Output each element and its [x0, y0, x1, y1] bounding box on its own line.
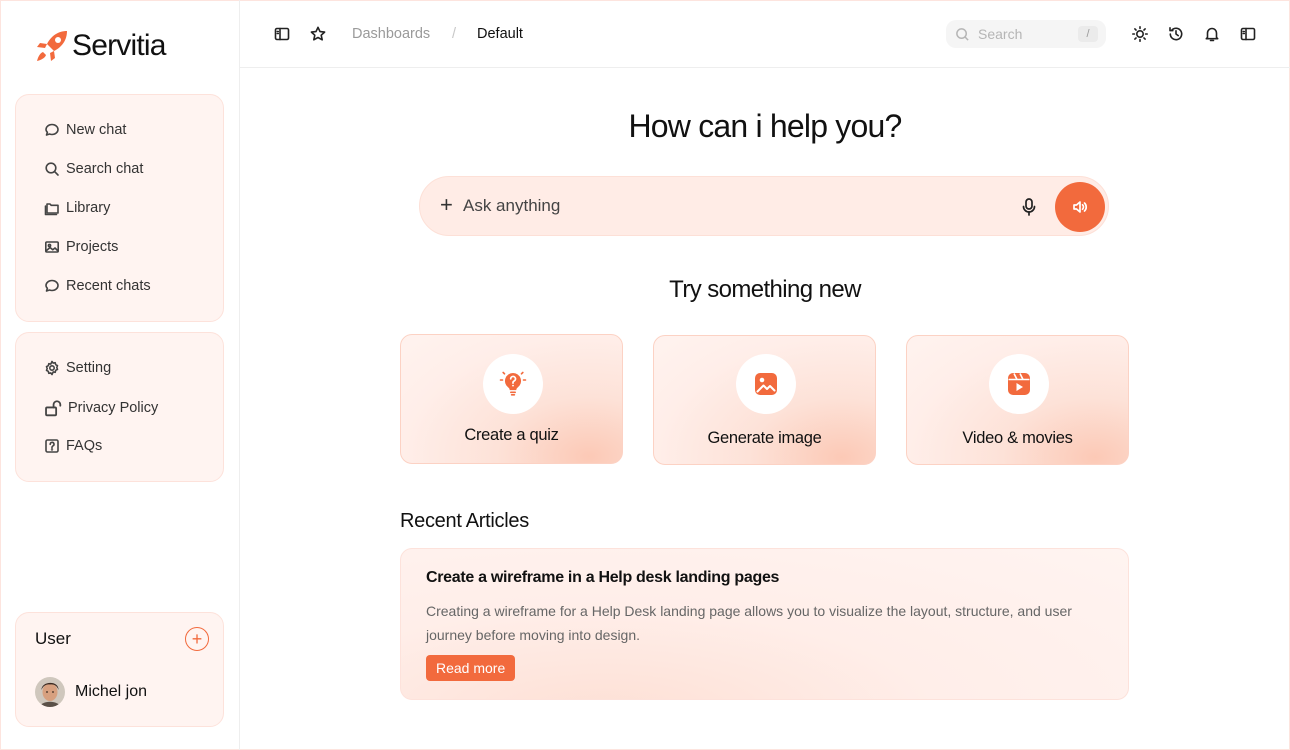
plus-icon: + — [191, 629, 203, 649]
breadcrumb-current: Default — [477, 26, 523, 42]
microphone-icon[interactable] — [1020, 197, 1038, 217]
top-bar: Dashboards / Default / — [240, 0, 1290, 68]
page-title: How can i help you? — [628, 108, 903, 144]
nav-library[interactable]: Library — [44, 200, 110, 216]
suggestion-icon-circle — [989, 354, 1049, 414]
sun-icon[interactable] — [1131, 25, 1149, 43]
nav-recent-chats[interactable]: Recent chats — [44, 278, 151, 294]
article-card[interactable]: Create a wireframe in a Help desk landin… — [400, 548, 1129, 700]
voice-mode-button[interactable] — [1055, 182, 1105, 232]
add-attachment-button[interactable]: + — [440, 194, 453, 216]
ask-input[interactable] — [463, 194, 983, 218]
search-shortcut-hint: / — [1078, 26, 1098, 42]
suggestion-label: Generate image — [707, 429, 822, 447]
nav-label: Recent chats — [66, 278, 151, 294]
suggestion-video-movies[interactable]: Video & movies — [906, 335, 1129, 465]
breadcrumb-separator: / — [452, 26, 457, 42]
user-name: Michel jon — [75, 683, 148, 700]
nav-privacy-policy[interactable]: Privacy Policy — [44, 399, 158, 417]
article-title: Create a wireframe in a Help desk landin… — [426, 569, 780, 586]
suggestion-label: Create a quiz — [464, 426, 559, 444]
gear-icon — [45, 360, 59, 376]
avatar[interactable] — [35, 677, 65, 707]
nav-projects[interactable]: Projects — [44, 239, 118, 255]
chat-bubble-icon — [45, 279, 59, 292]
nav-label: New chat — [66, 122, 127, 138]
primary-nav: New chat Search chat Library Projects Re… — [15, 94, 224, 322]
rocket-logo-icon — [37, 31, 67, 61]
panel-toggle-icon[interactable] — [1239, 25, 1257, 43]
question-icon — [45, 439, 59, 453]
suggestion-create-quiz[interactable]: Create a quiz — [400, 334, 623, 464]
nav-new-chat[interactable]: New chat — [44, 122, 126, 138]
user-card: User + Michel jon — [15, 612, 224, 727]
app-name: Servitia — [72, 29, 166, 62]
bell-icon[interactable] — [1203, 25, 1221, 43]
nav-label: Search chat — [66, 161, 144, 177]
chat-bubble-icon — [45, 123, 59, 136]
history-icon[interactable] — [1167, 25, 1185, 43]
add-user-button[interactable]: + — [185, 627, 209, 651]
unlock-icon — [45, 400, 62, 417]
image-icon — [755, 373, 777, 395]
star-icon[interactable] — [309, 25, 327, 43]
video-play-icon — [1008, 373, 1030, 395]
suggestion-icon-circle — [483, 354, 543, 414]
search-icon — [956, 27, 969, 41]
folder-icon — [44, 203, 59, 216]
breadcrumb-parent[interactable]: Dashboards — [352, 26, 430, 42]
article-excerpt: Creating a wireframe for a Help Desk lan… — [426, 603, 1072, 643]
secondary-nav: Setting Privacy Policy FAQs — [15, 332, 224, 482]
suggestion-generate-image[interactable]: Generate image — [653, 335, 876, 465]
nav-label: Library — [66, 200, 111, 216]
nav-label: Setting — [66, 360, 112, 376]
nav-search-chat[interactable]: Search chat — [44, 161, 143, 177]
search-input[interactable] — [978, 26, 1073, 42]
sidebar: Servitia New chat Search chat Library Pr… — [0, 0, 240, 750]
read-more-button[interactable]: Read more — [426, 655, 516, 681]
user-section-title: User — [35, 629, 71, 648]
search-icon — [45, 162, 59, 176]
nav-setting[interactable]: Setting — [44, 360, 111, 376]
nav-label: Projects — [66, 239, 119, 255]
image-icon — [44, 241, 59, 253]
suggestion-icon-circle — [736, 354, 796, 414]
sidebar-toggle-icon[interactable] — [273, 25, 291, 43]
suggestion-label: Video & movies — [962, 429, 1073, 447]
logo: Servitia — [34, 28, 166, 64]
ask-bar: + — [419, 176, 1109, 236]
nav-label: Privacy Policy — [68, 400, 159, 416]
search-box: / — [946, 20, 1106, 48]
speaker-icon — [1073, 201, 1088, 213]
recent-articles-title: Recent Articles — [400, 510, 529, 532]
nav-label: FAQs — [66, 438, 103, 454]
nav-faqs[interactable]: FAQs — [44, 438, 102, 454]
lightbulb-question-icon — [499, 371, 527, 396]
suggestions-title: Try something new — [669, 276, 861, 303]
